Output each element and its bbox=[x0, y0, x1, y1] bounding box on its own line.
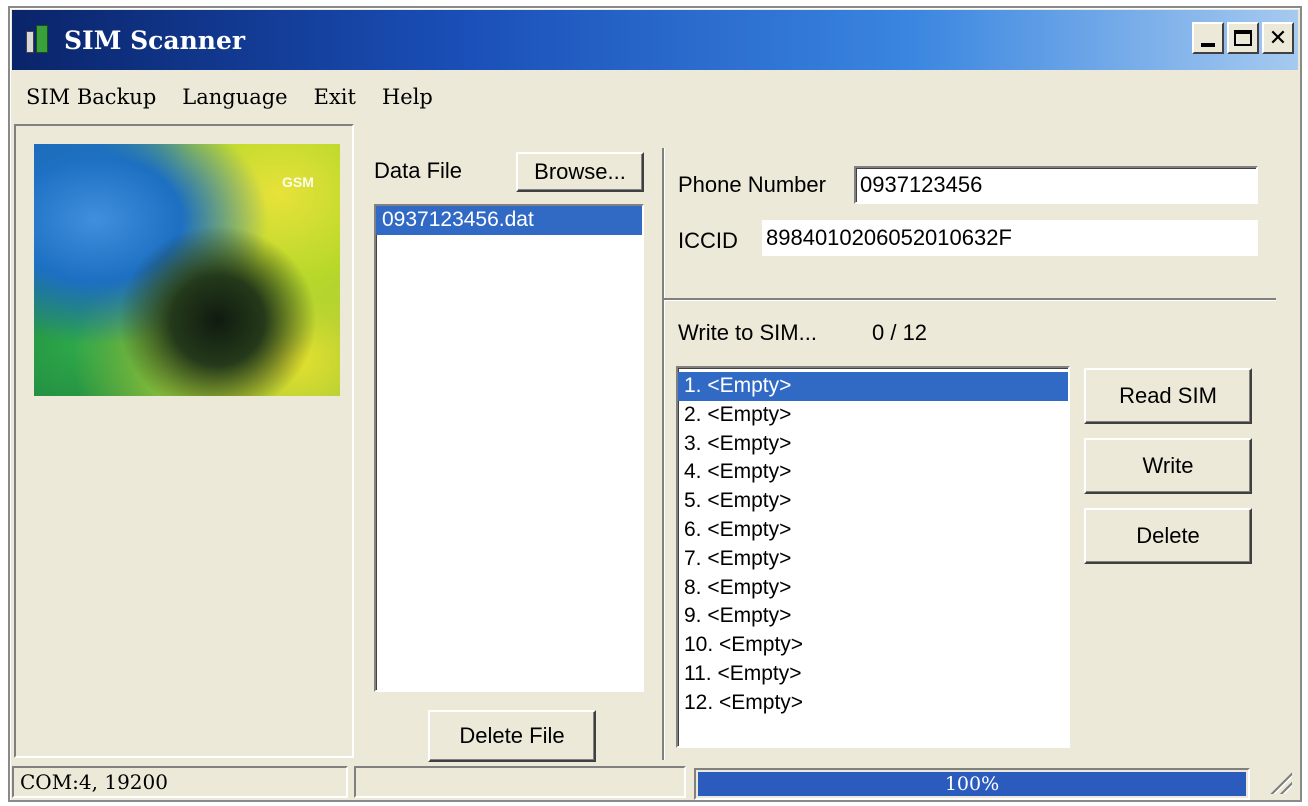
progress-label: 100% bbox=[944, 773, 1000, 795]
data-file-item[interactable]: 0937123456.dat bbox=[376, 206, 642, 235]
sim-entry-item[interactable]: 5. <Empty> bbox=[678, 487, 1068, 516]
maximize-button[interactable] bbox=[1227, 22, 1259, 54]
minimize-icon bbox=[1201, 43, 1215, 47]
sim-entry-item[interactable]: 10. <Empty> bbox=[678, 631, 1068, 660]
minimize-button[interactable] bbox=[1192, 22, 1224, 54]
delete-button[interactable]: Delete bbox=[1084, 508, 1252, 564]
sim-entry-list[interactable]: 1. <Empty> 2. <Empty> 3. <Empty> 4. <Empty>… bbox=[676, 366, 1070, 748]
menu-sim-backup[interactable]: SIM Backup bbox=[26, 85, 156, 109]
data-file-label: Data File bbox=[374, 158, 463, 183]
browse-button-label: Browse... bbox=[534, 159, 626, 184]
window-title: SIM Scanner bbox=[64, 25, 246, 55]
iccid-label: ICCID bbox=[678, 228, 738, 253]
close-button[interactable]: ✕ bbox=[1262, 22, 1294, 54]
sim-entry-item[interactable]: 6. <Empty> bbox=[678, 516, 1068, 545]
com-port-status: COM:4, 19200 bbox=[12, 766, 348, 798]
image-panel: GSM bbox=[14, 124, 354, 758]
write-panel: Write to SIM... 0 / 12 1. <Empty> 2. <Emp… bbox=[662, 302, 1276, 762]
sim-entry-item[interactable]: 7. <Empty> bbox=[678, 545, 1068, 574]
sim-entry-item[interactable]: 1. <Empty> bbox=[678, 372, 1068, 401]
panel-divider-horizontal bbox=[664, 298, 1276, 300]
write-to-sim-label: Write to SIM... bbox=[678, 320, 817, 345]
data-file-list[interactable]: 0937123456.dat bbox=[374, 204, 644, 692]
menu-help[interactable]: Help bbox=[382, 85, 433, 109]
sim-entry-item[interactable]: 2. <Empty> bbox=[678, 401, 1068, 430]
sim-entry-item[interactable]: 4. <Empty> bbox=[678, 458, 1068, 487]
phone-number-value: 0937123456 bbox=[860, 172, 983, 197]
progress-fill: 100% bbox=[698, 772, 1246, 796]
delete-button-label: Delete bbox=[1136, 523, 1200, 548]
phone-number-field[interactable]: 0937123456 bbox=[854, 166, 1258, 204]
menu-exit[interactable]: Exit bbox=[314, 85, 356, 109]
close-icon: ✕ bbox=[1268, 25, 1288, 51]
status-cell-empty bbox=[354, 766, 686, 798]
gsm-image-label: GSM bbox=[282, 174, 314, 190]
read-sim-button[interactable]: Read SIM bbox=[1084, 368, 1252, 424]
sim-entry-item[interactable]: 9. <Empty> bbox=[678, 602, 1068, 631]
delete-file-button[interactable]: Delete File bbox=[428, 710, 596, 762]
phone-number-label: Phone Number bbox=[678, 172, 826, 197]
sim-entry-item[interactable]: 11. <Empty> bbox=[678, 660, 1068, 689]
write-button-label: Write bbox=[1142, 453, 1194, 478]
sim-info-panel: Phone Number 0937123456 ICCID 8984010206… bbox=[662, 150, 1276, 298]
main-window: SIM Scanner ✕ SIM Backup Language Exit H… bbox=[8, 6, 1302, 802]
status-bar: COM:4, 19200 100% bbox=[12, 764, 1298, 800]
delete-file-button-label: Delete File bbox=[459, 723, 565, 748]
iccid-value: 8984010206052010632F bbox=[766, 225, 1012, 250]
menu-language[interactable]: Language bbox=[182, 85, 287, 109]
read-sim-button-label: Read SIM bbox=[1119, 383, 1217, 408]
window-controls: ✕ bbox=[1192, 22, 1294, 54]
progress-bar: 100% bbox=[694, 768, 1250, 800]
maximize-icon bbox=[1234, 30, 1252, 46]
browse-button[interactable]: Browse... bbox=[516, 152, 644, 192]
title-bar[interactable]: SIM Scanner ✕ bbox=[12, 10, 1298, 70]
data-file-panel: Data File Browse... 0937123456.dat Delet… bbox=[360, 124, 656, 762]
menu-bar: SIM Backup Language Exit Help bbox=[12, 74, 1298, 120]
resize-grip-icon[interactable] bbox=[1266, 768, 1292, 794]
sim-entry-item[interactable]: 12. <Empty> bbox=[678, 689, 1068, 718]
sim-entry-item[interactable]: 3. <Empty> bbox=[678, 430, 1068, 459]
sim-entry-item[interactable]: 8. <Empty> bbox=[678, 574, 1068, 603]
iccid-field: 8984010206052010632F bbox=[762, 220, 1258, 256]
write-progress-count: 0 / 12 bbox=[872, 320, 928, 345]
com-port-text: COM:4, 19200 bbox=[20, 770, 168, 794]
sim-card-icon bbox=[26, 25, 52, 55]
gsm-antenna-image: GSM bbox=[34, 144, 340, 396]
write-button[interactable]: Write bbox=[1084, 438, 1252, 494]
